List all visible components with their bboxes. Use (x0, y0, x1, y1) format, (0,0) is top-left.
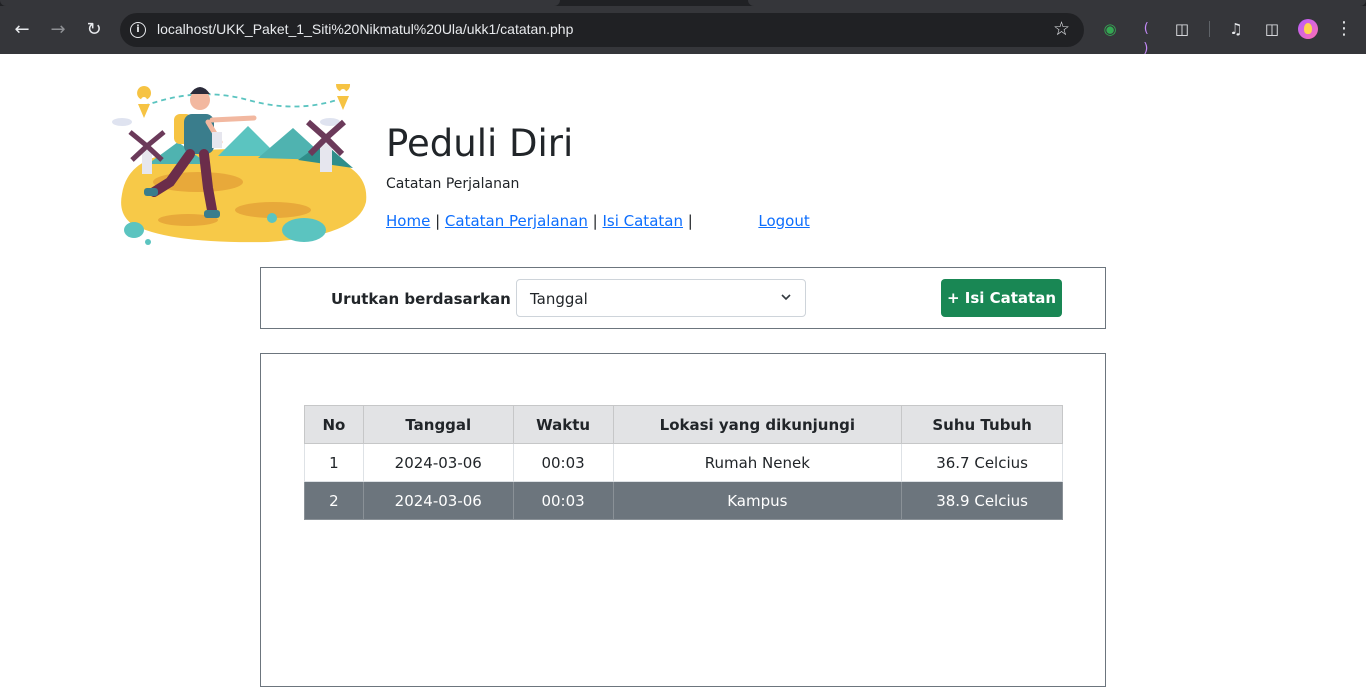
address-bar[interactable]: i localhost/UKK_Paket_1_Siti%20Nikmatul%… (120, 13, 1084, 47)
nav-link-home[interactable]: Home (386, 212, 430, 230)
cell-suhu: 38.9 Celcius (901, 481, 1063, 520)
cell-no: 1 (304, 443, 364, 482)
tab-strip (0, 0, 1366, 6)
extensions-puzzle-icon[interactable]: ◫ (1172, 19, 1192, 39)
cell-lokasi: Kampus (612, 481, 903, 520)
cell-no: 2 (304, 481, 364, 520)
cell-tanggal: 2024-03-06 (362, 481, 514, 520)
brackets-extension-icon[interactable]: ( ) (1136, 19, 1156, 56)
traveler-illustration (112, 84, 367, 245)
main-nav: Home | Catatan Perjalanan | Isi Catatan … (386, 212, 810, 230)
column-header-tanggal: Tanggal (362, 405, 514, 444)
nav-link-logout[interactable]: Logout (758, 212, 809, 230)
tab-edge[interactable] (748, 0, 1366, 6)
profile-avatar[interactable] (1298, 19, 1318, 39)
media-control-icon[interactable]: ♫ (1226, 19, 1246, 39)
add-note-button[interactable]: + Isi Catatan (941, 279, 1062, 317)
notes-panel: No Tanggal Waktu Lokasi yang dikunjungi … (260, 353, 1106, 687)
column-header-lokasi: Lokasi yang dikunjungi (612, 405, 903, 444)
nav-separator: | (592, 212, 598, 230)
bookmark-star-icon[interactable]: ☆ (1053, 18, 1070, 40)
browser-toolbar: ← → ↻ i localhost/UKK_Paket_1_Siti%20Nik… (0, 0, 1366, 56)
sort-select[interactable]: Tanggal (516, 279, 806, 317)
cell-waktu: 00:03 (512, 481, 614, 520)
side-panel-icon[interactable]: ◫ (1262, 19, 1282, 39)
table-header-row: No Tanggal Waktu Lokasi yang dikunjungi … (304, 405, 1063, 444)
notes-table: No Tanggal Waktu Lokasi yang dikunjungi … (304, 405, 1063, 520)
nav-link-catatan-perjalanan[interactable]: Catatan Perjalanan (445, 212, 588, 230)
column-header-no: No (304, 405, 364, 444)
sort-label: Urutkan berdasarkan (331, 290, 511, 308)
nav-link-isi-catatan[interactable]: Isi Catatan (602, 212, 683, 230)
nav-separator: | (687, 212, 693, 230)
column-header-waktu: Waktu (512, 405, 614, 444)
url-text[interactable]: localhost/UKK_Paket_1_Siti%20Nikmatul%20… (157, 21, 573, 37)
page: Peduli Diri Catatan Perjalanan Home | Ca… (0, 54, 1366, 692)
active-tab-edge[interactable] (0, 0, 560, 6)
page-title: Peduli Diri (386, 122, 574, 165)
cell-waktu: 00:03 (512, 443, 614, 482)
kebab-menu-icon[interactable]: ⋮ (1334, 19, 1354, 39)
page-subtitle: Catatan Perjalanan (386, 176, 520, 192)
cell-suhu: 36.7 Celcius (901, 443, 1063, 482)
reload-icon[interactable]: ↻ (82, 18, 106, 42)
chevron-down-icon (781, 294, 791, 301)
sort-panel: Urutkan berdasarkan Tanggal + Isi Catata… (260, 267, 1106, 329)
table-row: 2 2024-03-06 00:03 Kampus 38.9 Celcius (304, 481, 1063, 520)
back-icon[interactable]: ← (10, 18, 34, 42)
cell-tanggal: 2024-03-06 (362, 443, 514, 482)
site-info-icon[interactable]: i (130, 22, 146, 38)
forward-icon[interactable]: → (46, 18, 70, 42)
sort-select-value[interactable]: Tanggal (530, 290, 588, 308)
cell-lokasi: Rumah Nenek (612, 443, 903, 482)
toolbar-divider (1209, 21, 1210, 37)
eye-extension-icon[interactable]: ◉ (1100, 19, 1120, 39)
column-header-suhu: Suhu Tubuh (901, 405, 1063, 444)
table-row: 1 2024-03-06 00:03 Rumah Nenek 36.7 Celc… (304, 443, 1063, 482)
nav-separator: | (435, 212, 441, 230)
